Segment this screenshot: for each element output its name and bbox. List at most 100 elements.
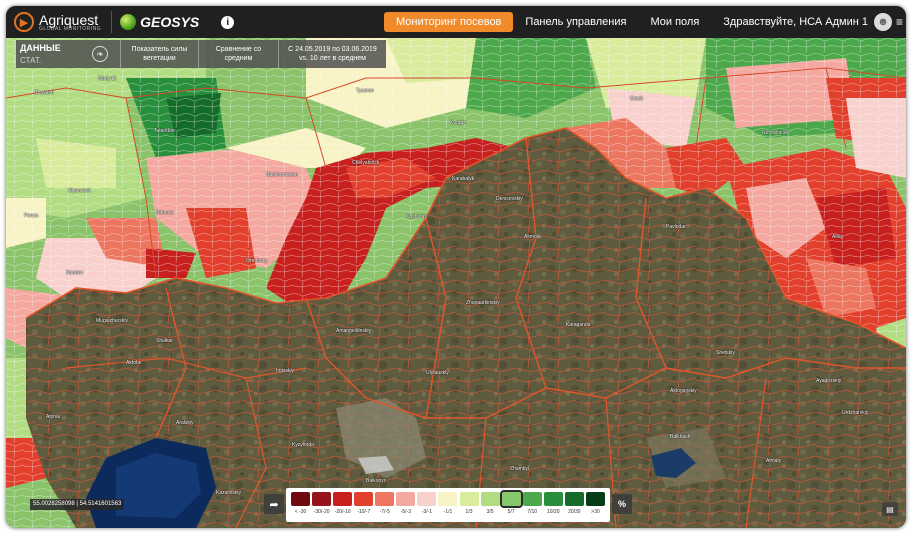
legend-label: >30 (591, 509, 600, 515)
choropleth-map[interactable]: Mariy El Chuvash Tatarstan Bashkortostan… (6, 38, 906, 528)
map-label: Almaty (766, 458, 782, 464)
legend-item[interactable]: 10/20 (543, 492, 564, 515)
cursor-coordinates: 55.0028258098 | 54.5141601563 (30, 499, 125, 510)
legend-item[interactable]: >30 (585, 492, 606, 515)
map-label: Samara (156, 210, 174, 216)
agriquest-logo[interactable]: ▶ Agriquest GLOBAL MONITORING (14, 12, 101, 32)
map-label: Zhanaarkinskiy (466, 300, 500, 306)
geosys-logo[interactable]: GEOSYS (120, 14, 199, 30)
map-label: Novosibirsk (762, 130, 788, 136)
legend-swatch[interactable] (543, 492, 563, 506)
agriquest-logo-icon: ▶ (14, 12, 34, 32)
legend-swatch[interactable] (333, 492, 353, 506)
legend-swatch[interactable] (585, 492, 605, 506)
map-label: Bashkortostan (266, 172, 298, 178)
period-dropdown[interactable]: С 24.05.2019 по 03.06.2019 vs. 10 лет в … (278, 40, 386, 68)
map-label: Omsk (630, 96, 644, 102)
map-label: Ayagozskiy (816, 378, 842, 384)
legend-swatches: < -30 -30/-20 -20/-10 -10/-7 -7/-5 -5/-3 -3/-1… (290, 490, 606, 515)
legend-label: 1/3 (465, 509, 473, 515)
map-label: Kurgan (450, 120, 467, 126)
legend-swatch[interactable] (312, 492, 332, 506)
data-tab[interactable]: ДАННЫЕ (20, 43, 76, 53)
export-button[interactable]: ➦ (264, 494, 284, 514)
map-label: Shetskiy (716, 350, 735, 356)
comparison-dropdown[interactable]: Сравнение со средним (198, 40, 278, 68)
map-label: Kyzylorda (292, 442, 314, 448)
geosys-logo-text: GEOSYS (140, 14, 200, 30)
legend-swatch[interactable] (564, 492, 584, 506)
data-stats-toggle[interactable]: ДАННЫЕ СТАТ. (16, 40, 80, 68)
legend-item[interactable]: 3/5 (480, 492, 501, 515)
legend-item[interactable]: 5/7 (499, 490, 523, 515)
legend-item[interactable]: -10/-7 (353, 492, 374, 515)
legend-label: -30/-20 (313, 509, 330, 515)
menu-icon[interactable]: ≡ (896, 15, 903, 29)
legend-label: -3/-1 (421, 509, 433, 515)
map-label: Saratov (66, 270, 84, 276)
info-icon[interactable]: i (221, 15, 235, 29)
legend-swatch[interactable] (499, 490, 523, 508)
map-label: Karabalyk (452, 176, 475, 182)
legend-item[interactable]: -5/-3 (395, 492, 416, 515)
layers-icon[interactable]: ▤ (882, 502, 898, 516)
map-canvas[interactable] (6, 38, 906, 528)
map-label: Atyrau (46, 414, 61, 420)
legend-item[interactable]: -30/-20 (311, 492, 332, 515)
app-window: ▶ Agriquest GLOBAL MONITORING GEOSYS i М… (6, 6, 906, 528)
top-bar: ▶ Agriquest GLOBAL MONITORING GEOSYS i М… (6, 6, 906, 38)
legend-swatch[interactable] (396, 492, 416, 506)
map-label: Chelyabinsk (352, 160, 380, 166)
legend-item[interactable]: 1/3 (459, 492, 480, 515)
indicator-selector[interactable]: ❧ (80, 40, 120, 68)
legend-label: 3/5 (486, 509, 494, 515)
map-label: Irgizskiy (276, 368, 295, 374)
map-label: Mariy El (98, 76, 117, 82)
indicator-dropdown[interactable]: Показатель силы вегетации (120, 40, 198, 68)
legend-swatch[interactable] (354, 492, 374, 506)
legend-swatch[interactable] (459, 492, 479, 506)
legend-swatch[interactable] (522, 492, 542, 506)
nav-tab-crop-monitoring[interactable]: Мониторинг посевов (383, 12, 514, 32)
stats-tab[interactable]: СТАТ. (20, 56, 76, 65)
legend-item[interactable]: -7/-5 (374, 492, 395, 515)
map-label: Urdzharskiy (842, 410, 869, 416)
legend-label: -20/-10 (334, 509, 351, 515)
map-label: Mugalzharskiy (96, 318, 128, 324)
map-label: Penza (24, 213, 39, 219)
percent-toggle-button[interactable]: % (612, 494, 632, 514)
legend-label: -10/-7 (357, 509, 371, 515)
legend-item[interactable]: 20/30 (564, 492, 585, 515)
map-label: Tyumen (356, 88, 374, 94)
data-panel: ДАННЫЕ СТАТ. ❧ Показатель силы вегетации… (16, 40, 386, 68)
main-nav: Мониторинг посевов Панель управления Мои… (383, 6, 906, 38)
user-avatar-icon[interactable]: ☻ (873, 13, 892, 31)
map-label: Ulyanovsk (68, 188, 92, 194)
logo-divider (111, 11, 113, 33)
map-label: Aralskiy (176, 420, 194, 426)
legend-label: 20/30 (568, 509, 581, 515)
map-label: Denisovskiy (496, 196, 523, 202)
legend: < -30 -30/-20 -20/-10 -10/-7 -7/-5 -5/-3 -3/-1… (286, 488, 610, 522)
legend-swatch[interactable] (417, 492, 437, 506)
legend-swatch[interactable] (480, 492, 500, 506)
nav-tab-dashboard[interactable]: Панель управления (513, 12, 638, 32)
legend-swatch[interactable] (291, 492, 311, 506)
legend-item[interactable]: -3/-1 (416, 492, 437, 515)
map-label: Altay (832, 234, 844, 240)
legend-item[interactable]: < -30 (290, 492, 311, 515)
legend-label: 10/20 (547, 509, 560, 515)
legend-swatch[interactable] (438, 492, 458, 506)
map-label: Chuvash (34, 90, 54, 96)
legend-swatch[interactable] (375, 492, 395, 506)
map-label: Akmola (524, 234, 541, 240)
legend-label: < -30 (294, 509, 307, 515)
map-label: Karaganda (566, 322, 591, 328)
legend-item[interactable]: -20/-10 (332, 492, 353, 515)
nav-tab-my-fields[interactable]: Мои поля (638, 12, 711, 32)
legend-item[interactable]: -1/1 (437, 492, 458, 515)
map-label: Tatarstan (154, 128, 175, 134)
user-greeting[interactable]: Здравствуйте, НСА Админ 1 (711, 12, 874, 32)
legend-item[interactable]: 7/10 (522, 492, 543, 515)
map-label: Shalkar (156, 338, 173, 344)
